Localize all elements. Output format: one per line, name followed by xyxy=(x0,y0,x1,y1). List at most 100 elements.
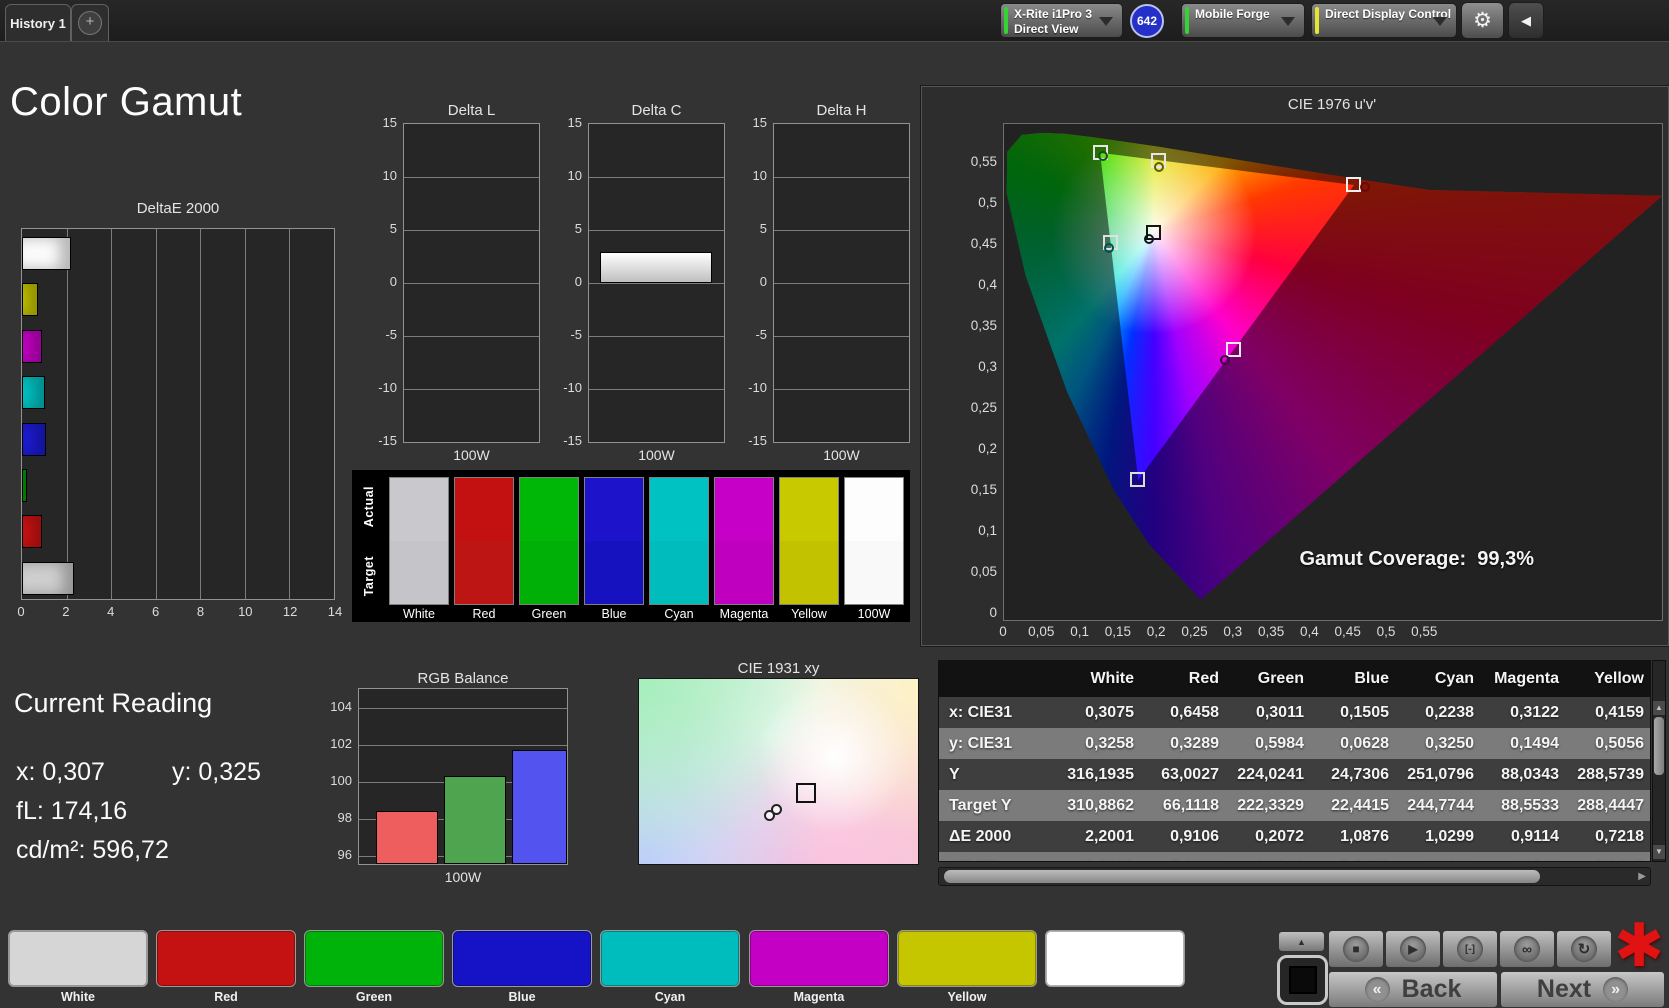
patch-label-100w: 100W xyxy=(1098,990,1132,1004)
delta-e-x-tick: 14 xyxy=(327,604,343,619)
table-cell: 5,5672 xyxy=(1316,852,1401,862)
rgb-bar-red xyxy=(376,810,438,864)
table-row: y: CIE31 0,3258 0,3289 0,5984 0,0628 0,3250 0,… xyxy=(939,728,1650,759)
stop-button[interactable]: ■ xyxy=(1328,930,1384,968)
cie1976-x-tick: 0,2 xyxy=(1146,624,1166,639)
delta-e-x-tick: 10 xyxy=(238,604,253,619)
tab-history-1[interactable]: History 1 xyxy=(5,4,71,41)
scrollbar-thumb[interactable] xyxy=(1654,717,1664,775)
column-header-yellow: Yellow xyxy=(1571,661,1650,697)
patch-button-100w[interactable] xyxy=(1045,930,1185,987)
play-button[interactable]: ▶ xyxy=(1385,930,1441,968)
marker-dot-white xyxy=(1144,233,1155,244)
delta-e-bar-green xyxy=(22,469,27,502)
delta-c-y-tick: -10 xyxy=(563,380,582,395)
meter-dropdown[interactable]: X-Rite i1Pro 3 Direct View xyxy=(1000,3,1123,38)
meter-name: X-Rite i1Pro 3 xyxy=(1014,7,1093,21)
marker-dot-cyan xyxy=(1103,242,1114,253)
table-cell: 22,4415 xyxy=(1331,796,1389,814)
cie1976-x-tick: 0,4 xyxy=(1300,624,1319,639)
delta-c-y-tick: -15 xyxy=(563,433,582,448)
table-cell: 288,4447 xyxy=(1577,796,1644,814)
cie1976-x-tick: 0,15 xyxy=(1104,624,1132,639)
delta-h-y-tick: 5 xyxy=(759,221,767,236)
delta-e-bar-white xyxy=(22,237,72,270)
grid-line xyxy=(404,177,539,178)
pattern-list-up-button[interactable]: ▲ xyxy=(1278,931,1325,952)
grid-line xyxy=(155,229,157,599)
patch-button-white[interactable] xyxy=(8,930,148,987)
chevron-down-icon xyxy=(1099,17,1113,26)
patch-label-cyan: Cyan xyxy=(654,990,686,1004)
scrollbar-thumb[interactable] xyxy=(944,870,1540,883)
patch-button-blue[interactable] xyxy=(452,930,592,987)
cie1976-x-tick: 0,45 xyxy=(1334,624,1361,639)
continuous-measure-button[interactable]: ∞ xyxy=(1499,930,1555,968)
add-tab-button[interactable]: + xyxy=(71,4,109,41)
table-cell: 0,0628 xyxy=(1340,734,1389,752)
delta-e-bar-cyan xyxy=(22,376,45,410)
patch-button-green[interactable] xyxy=(304,930,444,987)
column-header-cyan: Cyan xyxy=(1401,661,1486,697)
patch-button-red[interactable] xyxy=(156,930,296,987)
current-reading-x: x: 0,307 xyxy=(16,758,105,786)
table-horizontal-scrollbar[interactable]: ▶ xyxy=(938,867,1651,886)
row-label: Y xyxy=(949,765,960,783)
row-label: ΔE 2000 xyxy=(949,827,1012,845)
scroll-up-icon[interactable]: ▲ xyxy=(1653,701,1665,715)
table-cell: 88,0343 xyxy=(1501,765,1559,783)
patch-button-yellow[interactable] xyxy=(897,930,1037,987)
infinity-icon: ∞ xyxy=(1514,936,1540,962)
patch-label-green: Green xyxy=(355,990,393,1004)
current-reading-y: y: 0,325 xyxy=(172,758,261,786)
swatch-target xyxy=(780,541,838,604)
delta-e-bar-blue xyxy=(22,422,47,456)
swatch-100w xyxy=(844,477,904,605)
swatch-target xyxy=(585,541,643,604)
column-header-white: White xyxy=(1061,661,1146,697)
source-dropdown[interactable]: Mobile Forge xyxy=(1181,3,1305,38)
delta-l-y-tick: -10 xyxy=(378,380,397,395)
patch-button-cyan[interactable] xyxy=(600,930,740,987)
rgb-y-tick: 104 xyxy=(330,699,352,714)
current-reading-cd: cd/m²: 596,72 xyxy=(16,836,169,864)
target-row-label: Target xyxy=(362,556,376,597)
column-header-red: Red xyxy=(1146,661,1231,697)
pattern-window-button[interactable] xyxy=(1277,955,1328,1005)
rgb-balance-plot xyxy=(358,688,568,865)
grid-line xyxy=(200,229,202,599)
single-measure-button[interactable]: [-] xyxy=(1442,930,1498,968)
grid-line xyxy=(404,336,539,337)
table-cell: 6,1340 xyxy=(1486,852,1571,862)
delta-l-plot xyxy=(403,123,540,443)
back-button[interactable]: « Back xyxy=(1328,971,1498,1008)
grid-line xyxy=(66,229,68,599)
rgb-balance-x-label: 100W xyxy=(444,869,482,885)
repeat-button[interactable]: ↻ xyxy=(1556,930,1612,968)
table-vertical-scrollbar[interactable]: ▲ ▼ xyxy=(1652,660,1666,862)
rgb-balance-title: RGB Balance xyxy=(417,670,509,687)
current-reading-fl: fL: 174,16 xyxy=(16,797,128,825)
table-cell: 2,0807 xyxy=(1571,852,1650,862)
display-control-dropdown[interactable]: Direct Display Control xyxy=(1311,3,1457,38)
delta-e-x-tick: 8 xyxy=(196,604,205,619)
collapse-panel-button[interactable]: ◀ xyxy=(1508,2,1544,39)
delta-c-y-tick: 5 xyxy=(574,221,582,236)
grid-line xyxy=(589,336,724,337)
table-cell: 0,1505 xyxy=(1340,703,1389,721)
table-cell: 0,8900 xyxy=(1231,852,1316,862)
swatch-target xyxy=(520,541,578,604)
scroll-down-icon[interactable]: ▼ xyxy=(1653,845,1665,859)
delta-h-y-tick: -5 xyxy=(755,327,767,342)
patch-button-magenta[interactable] xyxy=(749,930,889,987)
gear-icon: ⚙ xyxy=(1473,9,1492,32)
measurement-table: White Red Green Blue Cyan Magenta Yellow x: CIE… xyxy=(938,660,1651,862)
swatch-actual xyxy=(780,478,838,541)
cie1976-y-tick: 0,05 xyxy=(970,564,997,579)
settings-button[interactable]: ⚙ xyxy=(1461,2,1504,39)
delta-e-x-tick: 4 xyxy=(107,604,115,619)
row-label: ΔE ITP xyxy=(939,852,1061,862)
chevrons-right-icon: » xyxy=(1603,977,1629,1002)
scroll-right-icon[interactable]: ▶ xyxy=(1638,871,1646,882)
delta-c-y-tick: 0 xyxy=(574,274,582,289)
